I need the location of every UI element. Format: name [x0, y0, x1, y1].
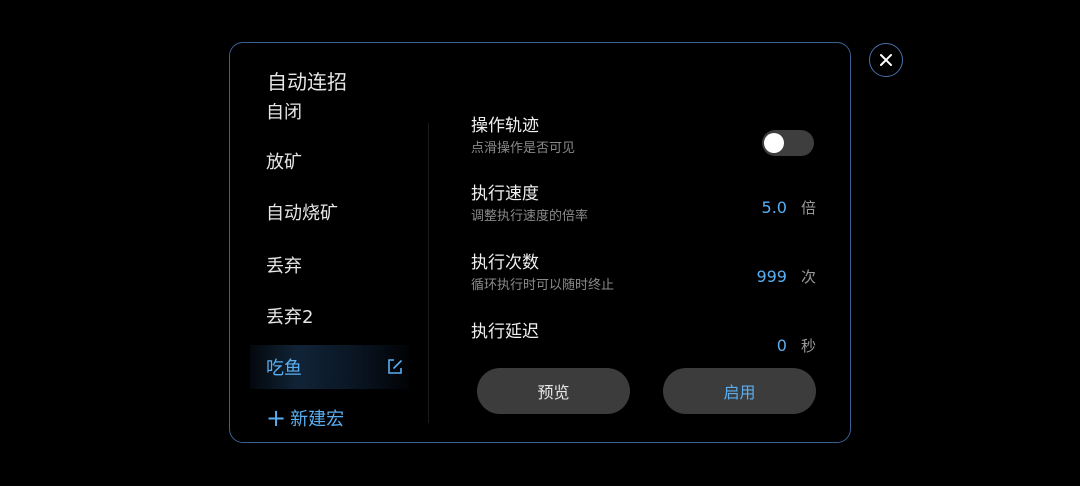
toggle-knob	[764, 133, 784, 153]
edit-icon[interactable]	[386, 358, 404, 376]
new-macro-label: 新建宏	[290, 409, 345, 430]
close-icon	[880, 54, 892, 66]
macro-item[interactable]: 放矿	[250, 139, 410, 183]
dialog-title: 自动连招	[267, 70, 347, 94]
setting-title: 执行速度	[471, 184, 539, 204]
macro-item[interactable]: 丢弃2	[250, 294, 410, 338]
setting-title: 执行次数	[471, 253, 539, 273]
macro-item-label: 放矿	[266, 152, 302, 173]
macro-item-label: 自闭	[266, 103, 302, 123]
macro-item[interactable]: 丢弃	[250, 243, 410, 287]
delay-unit: 秒	[800, 337, 816, 355]
settings-panel: 操作轨迹 点滑操作是否可见 执行速度 调整执行速度的倍率 5.0 倍 执行次数 …	[471, 103, 821, 363]
close-button[interactable]	[869, 43, 903, 77]
macro-item-active[interactable]: 吃鱼	[250, 345, 410, 389]
preview-button[interactable]: 预览	[477, 368, 630, 414]
speed-value-field[interactable]: 5.0 倍	[762, 197, 816, 218]
enable-button[interactable]: 启用	[663, 368, 816, 414]
count-value[interactable]: 999	[756, 267, 787, 286]
setting-delay: 执行延迟 0 秒	[471, 313, 816, 363]
macro-item[interactable]: 自动烧矿	[250, 190, 410, 234]
setting-subtitle: 循环执行时可以随时终止	[471, 278, 615, 293]
setting-subtitle: 点滑操作是否可见	[471, 141, 576, 156]
setting-trajectory: 操作轨迹 点滑操作是否可见	[471, 107, 816, 167]
count-value-field[interactable]: 999 次	[756, 266, 816, 287]
delay-value[interactable]: 0	[777, 336, 787, 355]
delay-value-field[interactable]: 0 秒	[777, 335, 816, 356]
setting-title: 执行延迟	[471, 322, 539, 342]
setting-count: 执行次数 循环执行时可以随时终止 999 次	[471, 244, 816, 304]
setting-speed: 执行速度 调整执行速度的倍率 5.0 倍	[471, 175, 816, 235]
macro-item[interactable]: 自闭	[250, 103, 410, 133]
macro-item-label: 丢弃2	[266, 307, 314, 328]
divider	[428, 123, 429, 423]
count-unit: 次	[800, 268, 816, 286]
setting-title: 操作轨迹	[471, 116, 539, 136]
plus-icon: +	[266, 404, 287, 432]
macro-item-label: 吃鱼	[266, 358, 302, 379]
auto-combo-dialog: 自动连招 自闭 放矿 自动烧矿 丢弃 丢弃2 吃鱼 + 新建宏 操作轨迹 点滑操…	[229, 42, 851, 443]
macro-list[interactable]: 自闭 放矿 自动烧矿 丢弃 丢弃2 吃鱼	[230, 103, 430, 442]
speed-value[interactable]: 5.0	[762, 198, 787, 217]
setting-subtitle: 调整执行速度的倍率	[471, 209, 589, 224]
new-macro-button[interactable]: + 新建宏	[266, 405, 344, 431]
speed-unit: 倍	[800, 199, 816, 217]
trajectory-toggle[interactable]	[762, 130, 814, 156]
macro-item-label: 自动烧矿	[266, 203, 338, 224]
macro-item-label: 丢弃	[266, 256, 302, 277]
